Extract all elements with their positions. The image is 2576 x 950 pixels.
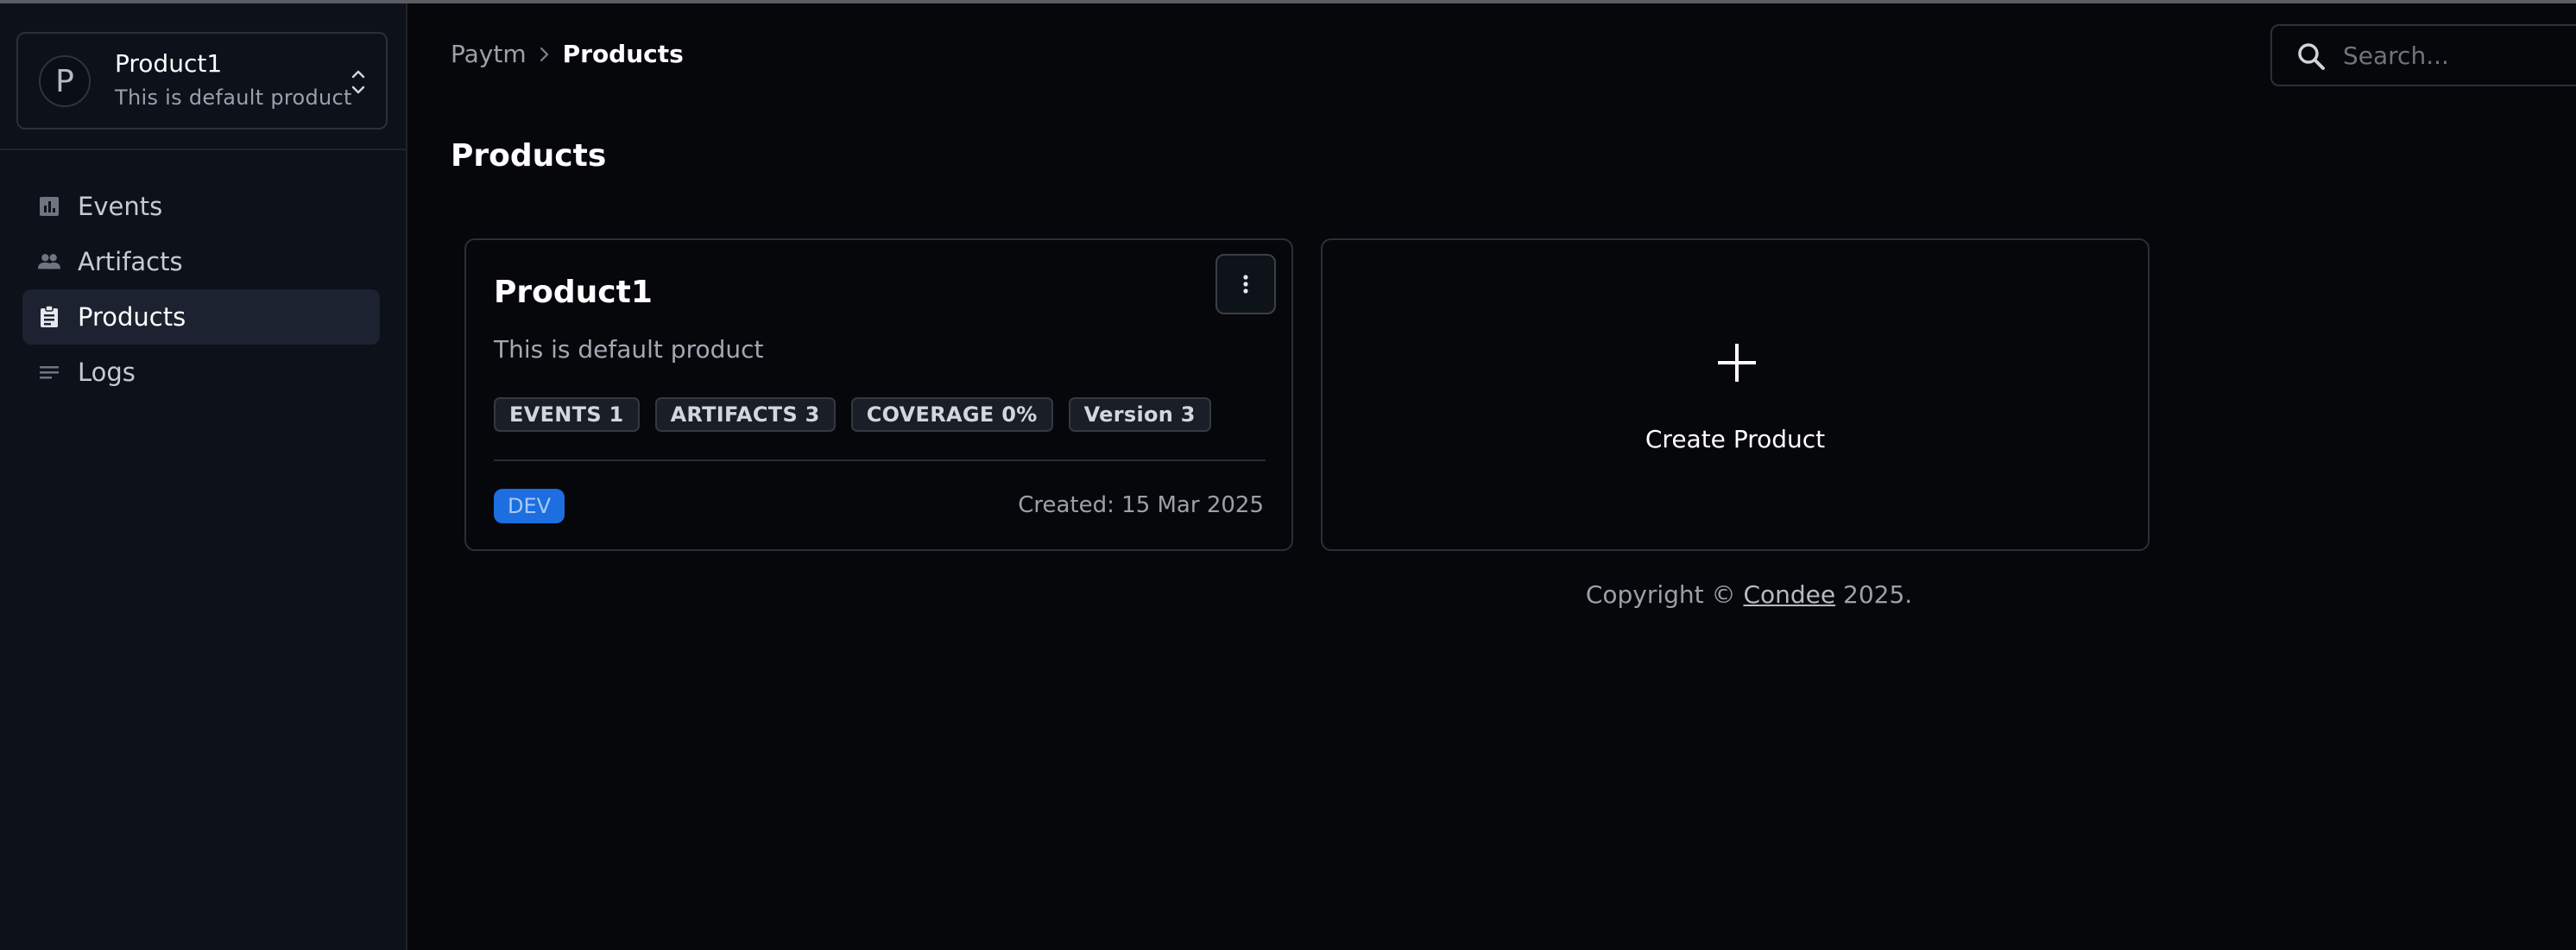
footer-suffix: 2025. [1835,580,1913,609]
product-card-title: Product1 [494,275,653,310]
events-tag: EVENTS 1 [494,397,640,432]
sidebar-item-label: Artifacts [78,247,183,276]
footer-brand-link[interactable]: Condee [1743,580,1835,609]
avatar: P [39,55,91,107]
create-product-card[interactable]: Create Product [1321,238,2150,551]
search-input[interactable] [2341,38,2576,73]
coverage-tag: COVERAGE 0% [850,397,1053,432]
chevron-right-icon [539,45,551,64]
plus-icon [1718,344,1756,382]
created-date: Created: 15 Mar 2025 [1018,492,1264,518]
footer-prefix: Copyright © [1585,580,1744,609]
sidebar-item-label: Products [78,302,186,332]
search-box [2270,24,2576,86]
product-card-description: This is default product [494,335,764,364]
environment-badge: DEV [494,489,565,523]
sidebar-nav: Events Artifacts Products Logs [22,179,380,400]
tag-list: EVENTS 1 ARTIFACTS 3 COVERAGE 0% Version… [494,397,1227,432]
footer-copyright: Copyright © Condee 2025. [1321,580,2177,609]
search-icon [2298,43,2325,70]
clipboard-icon [38,306,60,328]
sidebar: P Product1 This is default product Event… [0,3,407,950]
sidebar-item-events[interactable]: Events [22,179,380,234]
page-title: Products [451,138,607,174]
artifacts-tag: ARTIFACTS 3 [654,397,836,432]
sidebar-item-logs[interactable]: Logs [22,345,380,400]
product-card[interactable]: Product1 This is default product EVENTS … [464,238,1293,551]
sidebar-divider [0,149,406,150]
sidebar-item-label: Events [78,192,163,221]
create-product-label: Create Product [1645,425,1826,453]
sidebar-item-products[interactable]: Products [22,289,380,345]
chevron-up-down-icon [351,70,365,94]
bar-chart-icon [38,195,60,218]
breadcrumb: Paytm Products [451,40,684,68]
switcher-title: Product1 [115,49,223,78]
people-icon [38,250,60,273]
breadcrumb-current: Products [562,40,684,68]
breadcrumb-link[interactable]: Paytm [451,40,527,68]
sidebar-item-artifacts[interactable]: Artifacts [22,234,380,289]
kebab-menu-icon [1243,275,1248,294]
sidebar-item-label: Logs [78,358,136,387]
card-divider [494,459,1266,461]
switcher-subtitle: This is default product [115,86,352,110]
more-options-button[interactable] [1215,254,1276,314]
lines-icon [38,361,60,383]
version-tag: Version 3 [1068,397,1211,432]
product-switcher[interactable]: P Product1 This is default product [16,32,388,130]
